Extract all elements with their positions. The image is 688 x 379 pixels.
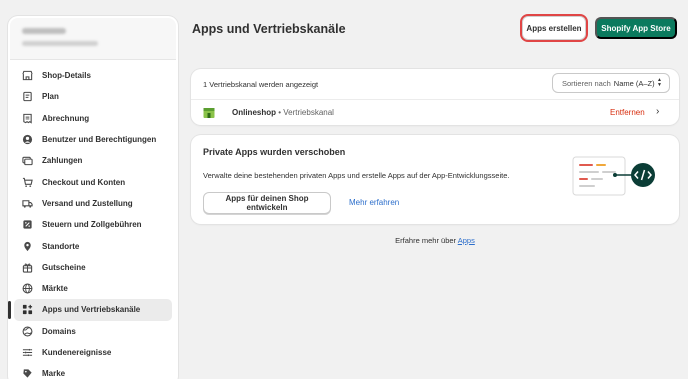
sidebar-item-customer-events[interactable]: Kundenereignisse (8, 342, 172, 363)
sales-channels-card: 1 Vertriebskanal werden angezeigt Sortie… (191, 69, 679, 125)
shopify-app-store-button[interactable]: Shopify App Store (595, 17, 677, 39)
channel-name: Onlineshop • Vertriebskanal (232, 108, 334, 117)
select-arrows-icon: ▲ ▼ (657, 77, 662, 88)
store-name-redacted (22, 28, 66, 34)
private-apps-card: Private Apps wurden verschoben Verwalte … (191, 135, 679, 224)
develop-apps-button[interactable]: Apps für deinen Shop entwickeln (203, 192, 331, 214)
sidebar-item-label: Checkout und Konten (42, 177, 126, 187)
domain-globe-icon (22, 326, 33, 337)
sidebar-item-checkout[interactable]: Checkout und Konten (8, 171, 172, 192)
private-apps-title: Private Apps wurden verschoben (203, 147, 346, 157)
sidebar-item-label: Domains (42, 326, 76, 336)
sidebar-item-users[interactable]: Benutzer und Berechtigungen (8, 129, 172, 150)
payments-icon (22, 155, 33, 166)
settings-nav: Shop-Details Plan Abrechnung Benutzer un… (8, 60, 178, 379)
online-store-icon (203, 106, 215, 118)
channel-row[interactable]: Onlineshop • Vertriebskanal Entfernen › (191, 100, 679, 125)
sidebar-item-label: Benutzer und Berechtigungen (42, 135, 157, 145)
sort-value: Name (A–Z) (613, 78, 655, 88)
sidebar-item-label: Apps und Vertriebskanäle (42, 305, 141, 315)
code-document-illustration (572, 156, 655, 196)
sidebar-item-shipping[interactable]: Versand und Zustellung (8, 193, 172, 214)
footer-apps-link[interactable]: Apps (458, 236, 475, 245)
sidebar-item-locations[interactable]: Standorte (8, 235, 172, 256)
store-switcher[interactable] (10, 18, 176, 60)
tax-icon (22, 219, 33, 230)
sidebar-item-markets[interactable]: Märkte (8, 278, 172, 299)
sidebar-item-label: Marke (42, 369, 66, 379)
sidebar-item-label: Zahlungen (42, 156, 83, 166)
footer-help: Erfahre mehr über Apps (191, 236, 679, 245)
sidebar-item-label: Standorte (42, 241, 80, 251)
apps-icon (22, 304, 33, 315)
plan-icon (22, 91, 33, 102)
settings-sidebar: Shop-Details Plan Abrechnung Benutzer un… (8, 16, 178, 379)
channel-title: Onlineshop (232, 108, 276, 117)
sidebar-item-label: Plan (42, 92, 59, 102)
brand-icon (22, 368, 33, 379)
footer-text: Erfahre mehr über (395, 236, 457, 245)
sidebar-item-brand[interactable]: Marke (8, 363, 172, 379)
billing-icon (22, 113, 33, 124)
globe-icon (22, 283, 33, 294)
sidebar-item-gift-cards[interactable]: Gutscheine (8, 257, 172, 278)
cart-icon (22, 177, 33, 188)
create-apps-button[interactable]: Apps erstellen (522, 16, 586, 40)
chevron-right-icon[interactable]: › (656, 106, 659, 117)
sidebar-item-label: Kundenereignisse (42, 348, 112, 357)
location-icon (22, 241, 33, 252)
store-url-redacted (22, 41, 98, 46)
sidebar-item-plan[interactable]: Plan (8, 86, 172, 107)
user-icon (22, 134, 33, 145)
learn-more-link[interactable]: Mehr erfahren (349, 198, 399, 207)
sidebar-item-taxes[interactable]: Steuern und Zollgebühren (8, 214, 172, 235)
sidebar-item-apps[interactable]: Apps und Vertriebskanäle (8, 299, 172, 321)
sidebar-item-label: Abrechnung (42, 113, 90, 123)
sidebar-item-label: Versand und Zustellung (42, 198, 133, 208)
sidebar-item-payments[interactable]: Zahlungen (8, 150, 172, 171)
sidebar-item-label: Gutscheine (42, 262, 86, 272)
events-icon (22, 347, 33, 358)
channel-count-text: 1 Vertriebskanal werden angezeigt (203, 80, 319, 89)
page-title: Apps und Vertriebskanäle (192, 22, 346, 36)
sidebar-item-label: Steuern und Zollgebühren (42, 220, 142, 230)
sidebar-item-shop-details[interactable]: Shop-Details (8, 65, 172, 86)
sidebar-item-domains[interactable]: Domains (8, 321, 172, 342)
gift-card-icon (22, 262, 33, 273)
sidebar-item-billing[interactable]: Abrechnung (8, 108, 172, 129)
sort-select[interactable]: Sortieren nach Name (A–Z) ▲ ▼ (552, 73, 670, 93)
truck-icon (22, 198, 33, 209)
remove-channel-link[interactable]: Entfernen (610, 108, 645, 117)
channel-type: Vertriebskanal (283, 108, 334, 117)
store-icon (22, 70, 33, 81)
sidebar-item-label: Shop-Details (42, 71, 91, 81)
sort-label: Sortieren nach (562, 78, 611, 88)
private-apps-description: Verwalte deine bestehenden privaten Apps… (203, 171, 510, 180)
sidebar-item-label: Märkte (42, 284, 68, 294)
